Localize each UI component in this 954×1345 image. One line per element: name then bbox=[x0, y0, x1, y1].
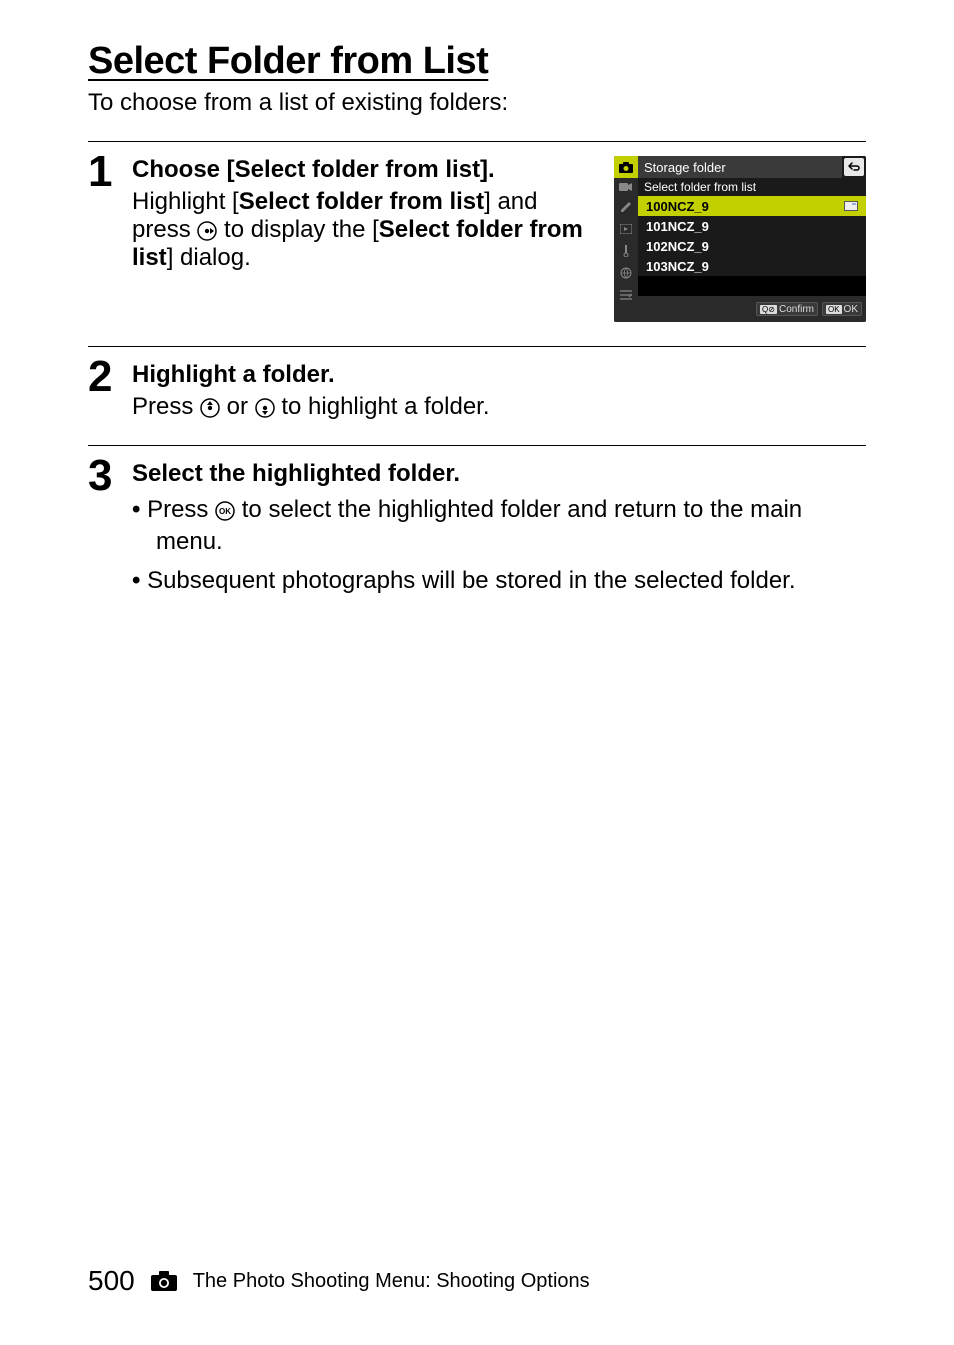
footer-text: The Photo Shooting Menu: Shooting Option… bbox=[193, 1270, 590, 1293]
step-heading: Highlight a folder. bbox=[132, 361, 866, 389]
menu-ok-button: OKOK bbox=[822, 302, 862, 316]
menu-icon-video bbox=[614, 178, 638, 196]
folder-row: 101NCZ_9 bbox=[638, 216, 866, 236]
menu-icon-pencil bbox=[614, 196, 638, 218]
card-icon bbox=[844, 201, 858, 211]
menu-subtitle: Select folder from list bbox=[638, 178, 866, 196]
bullet-item: Subsequent photographs will be stored in… bbox=[132, 565, 866, 597]
step-text: Press or to highlight a folder. bbox=[132, 393, 866, 421]
step-2: 2 Highlight a folder. Press or to highli… bbox=[88, 346, 866, 421]
menu-icon-mymenu bbox=[614, 284, 638, 306]
menu-icon-playback bbox=[614, 218, 638, 240]
step-number: 1 bbox=[88, 150, 132, 322]
step-number: 2 bbox=[88, 355, 132, 421]
page-subtitle: To choose from a list of existing folder… bbox=[88, 89, 866, 117]
svg-text:OK: OK bbox=[219, 507, 231, 516]
bullet-item: Press OK to select the highlighted folde… bbox=[132, 494, 866, 559]
step-heading: Select the highlighted folder. bbox=[132, 460, 866, 488]
menu-tab-camera bbox=[614, 156, 638, 178]
camera-icon bbox=[151, 1271, 177, 1291]
menu-title: Storage folder bbox=[638, 156, 842, 178]
menu-icon-strip bbox=[614, 196, 638, 322]
page-footer: 500 The Photo Shooting Menu: Shooting Op… bbox=[0, 1265, 954, 1297]
menu-icon-setup bbox=[614, 240, 638, 262]
step-1: 1 Choose [Select folder from list]. High… bbox=[88, 141, 866, 322]
step-number: 3 bbox=[88, 454, 132, 597]
page-number: 500 bbox=[88, 1265, 135, 1297]
folder-list: 100NCZ_9 101NCZ_9 102NCZ_9 103NCZ_9 Q⊘Co… bbox=[638, 196, 866, 322]
dpad-up-icon bbox=[200, 398, 220, 418]
menu-icon-network bbox=[614, 262, 638, 284]
page-title: Select Folder from List bbox=[88, 40, 866, 83]
camera-menu-screenshot: Storage folder Select folder from list bbox=[614, 156, 866, 322]
manual-page: Select Folder from List To choose from a… bbox=[0, 0, 954, 1345]
ok-button-icon: OK bbox=[215, 501, 235, 521]
menu-confirm-button: Q⊘Confirm bbox=[756, 302, 818, 316]
folder-row-selected: 100NCZ_9 bbox=[638, 196, 866, 216]
dpad-right-icon bbox=[197, 221, 217, 241]
menu-back-icon bbox=[844, 158, 864, 176]
menu-footer: Q⊘Confirm OKOK bbox=[638, 296, 866, 322]
step-heading: Choose [Select folder from list]. bbox=[132, 156, 592, 184]
folder-row: 102NCZ_9 bbox=[638, 236, 866, 256]
folder-row: 103NCZ_9 bbox=[638, 256, 866, 276]
dpad-down-icon bbox=[255, 398, 275, 418]
step-bullets: Press OK to select the highlighted folde… bbox=[132, 494, 866, 597]
step-3: 3 Select the highlighted folder. Press O… bbox=[88, 445, 866, 597]
step-text: Highlight [Select folder from list] and … bbox=[132, 188, 592, 272]
